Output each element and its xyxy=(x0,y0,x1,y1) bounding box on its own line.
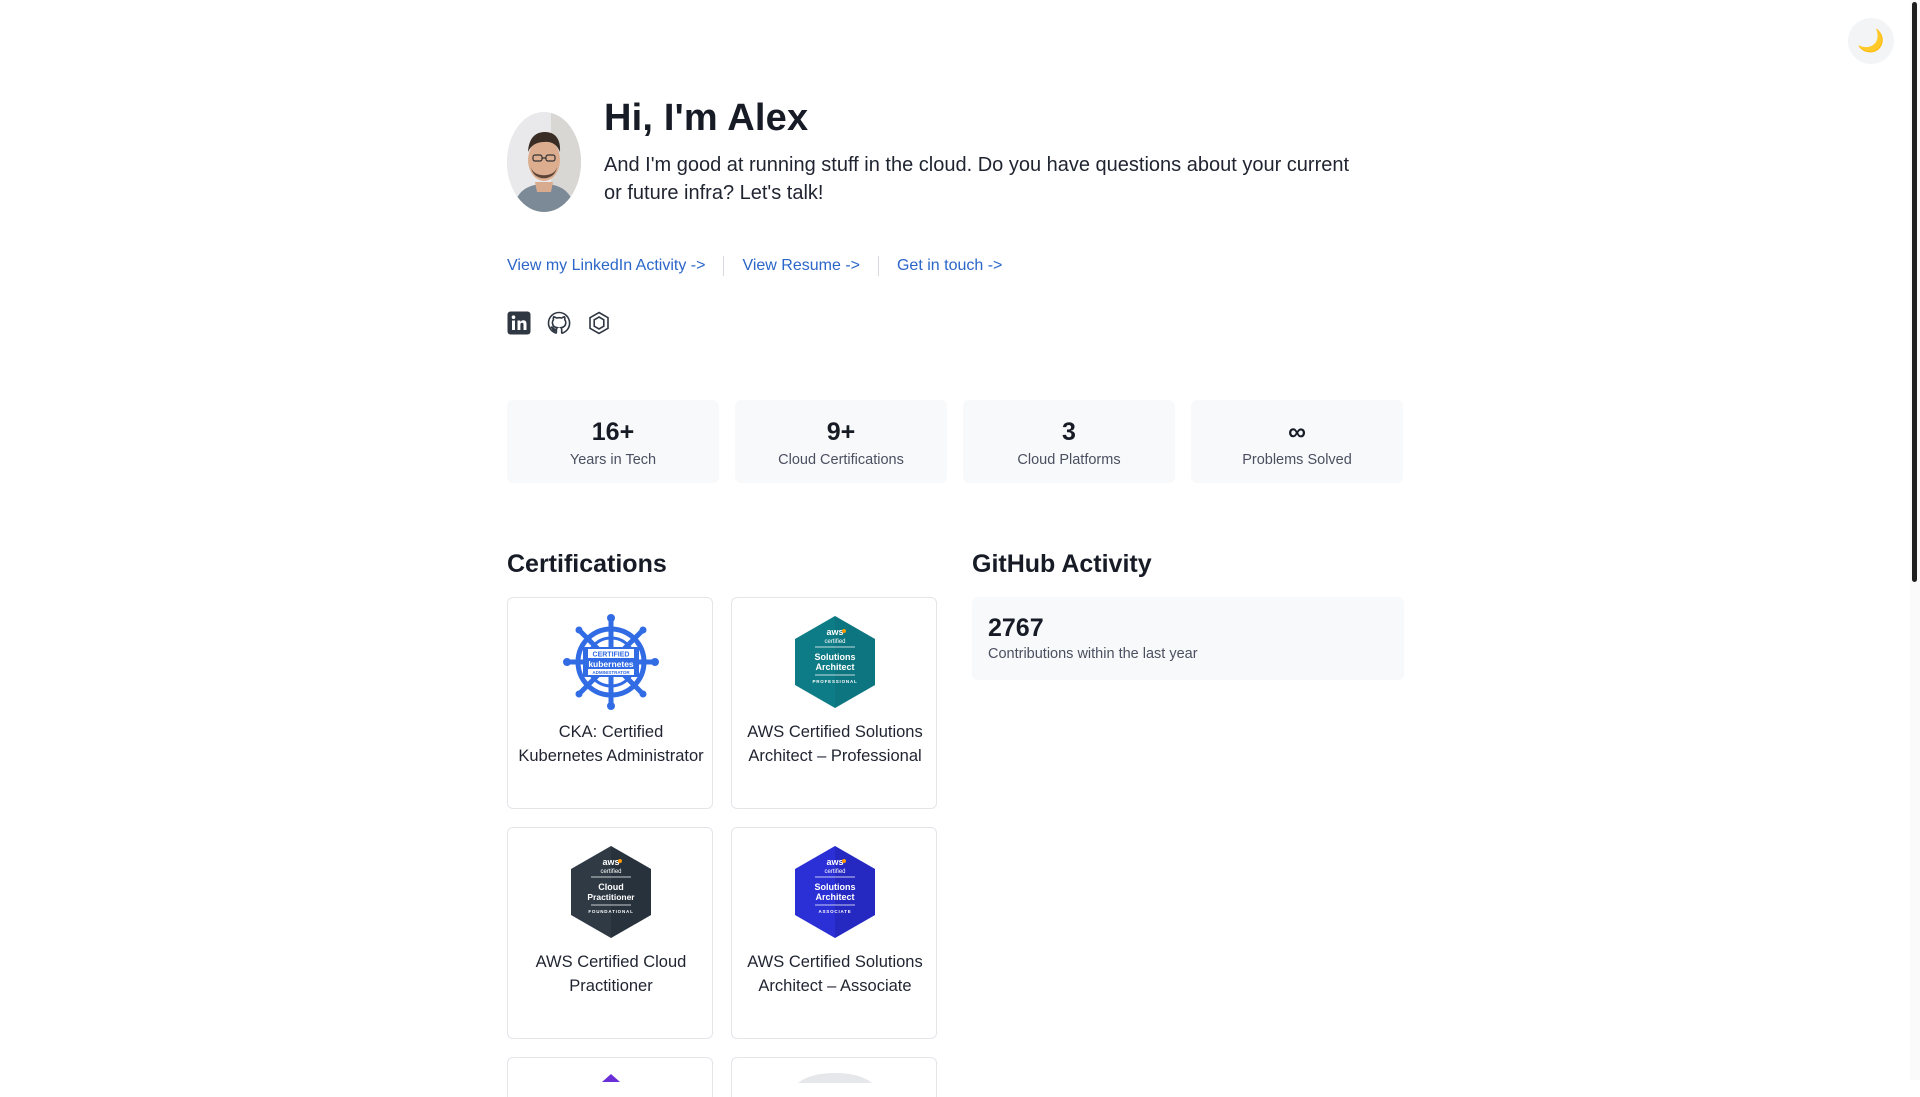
linkedin-icon[interactable] xyxy=(507,311,531,335)
svg-text:certified: certified xyxy=(824,869,845,875)
hexagon-icon[interactable] xyxy=(587,311,611,335)
social-links xyxy=(507,311,611,335)
view-resume-link[interactable]: View Resume -> xyxy=(742,257,860,275)
aws-solutions-architect-associate-badge-icon: aws certified Solutions Architect ASSOCI… xyxy=(795,846,875,938)
stat-card: 16+ Years in Tech xyxy=(507,400,719,483)
stat-value: 3 xyxy=(1062,418,1076,446)
stat-value: ∞ xyxy=(1288,418,1306,446)
svg-text:Architect: Architect xyxy=(815,892,854,902)
svg-text:Solutions: Solutions xyxy=(815,882,856,892)
stat-value: 9+ xyxy=(826,418,856,446)
badge-partial-icon xyxy=(798,1073,872,1083)
svg-text:Practitioner: Practitioner xyxy=(587,892,635,902)
divider xyxy=(877,256,879,276)
cert-name: AWS Certified Cloud Practitioner xyxy=(535,953,687,995)
svg-text:ASSOCIATE: ASSOCIATE xyxy=(818,909,851,914)
page-title: Hi, I'm Alex xyxy=(604,97,809,139)
stat-value: 16+ xyxy=(591,418,635,446)
hero-section: Hi, I'm Alex And I'm good at running stu… xyxy=(507,96,1403,220)
svg-text:certified: certified xyxy=(824,639,845,645)
svg-text:aws: aws xyxy=(826,857,843,867)
stat-card: 3 Cloud Platforms xyxy=(963,400,1175,483)
cert-name: AWS Certified Solutions Architect – Prof… xyxy=(747,723,923,765)
svg-text:certified: certified xyxy=(600,869,621,875)
theme-toggle-button[interactable]: 🌙 xyxy=(1848,18,1894,64)
certifications-heading: Certifications xyxy=(507,550,667,578)
github-activity-heading: GitHub Activity xyxy=(972,550,1152,578)
kubernetes-badge-icon: CERTIFIED kubernetes ADMINISTRATOR xyxy=(563,614,659,710)
aws-cloud-practitioner-badge-icon: aws certified Cloud Practitioner FOUNDAT… xyxy=(571,846,651,938)
svg-text:ADMINISTRATOR: ADMINISTRATOR xyxy=(592,670,630,675)
cert-card-aws-cloud-practitioner[interactable]: aws certified Cloud Practitioner FOUNDAT… xyxy=(507,827,713,1039)
cert-card-cka[interactable]: CERTIFIED kubernetes ADMINISTRATOR CKA: … xyxy=(507,597,713,809)
stat-label: Problems Solved xyxy=(1242,452,1352,468)
svg-text:CERTIFIED: CERTIFIED xyxy=(593,652,630,659)
contributions-label: Contributions within the last year xyxy=(988,646,1198,662)
stat-card: ∞ Problems Solved xyxy=(1191,400,1403,483)
cert-card-partial[interactable] xyxy=(731,1057,937,1097)
stat-label: Cloud Certifications xyxy=(778,452,904,468)
stat-label: Years in Tech xyxy=(569,452,657,468)
cert-card-aws-sa-associate[interactable]: aws certified Solutions Architect ASSOCI… xyxy=(731,827,937,1039)
link-row: View my LinkedIn Activity -> View Resume… xyxy=(507,256,1002,276)
stats-row: 16+ Years in Tech 9+ Cloud Certification… xyxy=(507,400,1403,483)
svg-text:Solutions: Solutions xyxy=(815,652,856,662)
badge-partial-icon xyxy=(602,1074,620,1082)
github-activity-card: 2767 Contributions within the last year xyxy=(972,597,1404,680)
cert-name: CKA: Certified Kubernetes Administrator xyxy=(518,723,704,765)
contributions-count: 2767 xyxy=(988,614,1044,642)
cert-card-partial[interactable] xyxy=(507,1057,713,1097)
divider xyxy=(723,256,725,276)
svg-text:aws: aws xyxy=(602,857,619,867)
stat-card: 9+ Cloud Certifications xyxy=(735,400,947,483)
avatar xyxy=(507,112,581,212)
svg-text:Cloud: Cloud xyxy=(598,882,624,892)
stat-label: Cloud Platforms xyxy=(1017,452,1121,468)
scrollbar-thumb[interactable] xyxy=(1912,2,1917,582)
svg-text:PROFESSIONAL: PROFESSIONAL xyxy=(812,679,857,684)
svg-text:kubernetes: kubernetes xyxy=(588,659,634,669)
get-in-touch-link[interactable]: Get in touch -> xyxy=(897,257,1002,275)
svg-text:Architect: Architect xyxy=(815,662,854,672)
moon-icon: 🌙 xyxy=(1857,28,1885,53)
github-icon[interactable] xyxy=(547,311,571,335)
hero-subtitle: And I'm good at running stuff in the clo… xyxy=(604,154,1350,204)
svg-text:aws: aws xyxy=(826,627,843,637)
aws-solutions-architect-professional-badge-icon: aws certified Solutions Architect PROFES… xyxy=(795,616,875,708)
svg-text:FOUNDATIONAL: FOUNDATIONAL xyxy=(588,909,633,914)
cert-name: AWS Certified Solutions Architect – Asso… xyxy=(747,953,923,995)
cert-card-aws-sa-pro[interactable]: aws certified Solutions Architect PROFES… xyxy=(731,597,937,809)
linkedin-activity-link[interactable]: View my LinkedIn Activity -> xyxy=(507,257,705,275)
